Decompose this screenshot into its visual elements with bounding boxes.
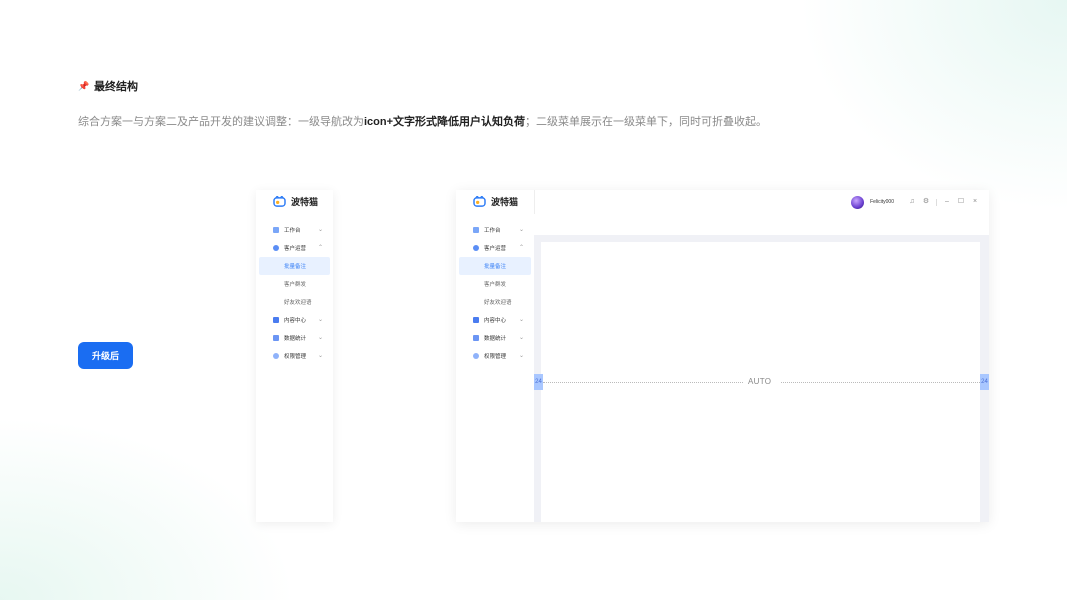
auto-dimension-line-left [543, 382, 743, 383]
nav-item-workbench[interactable]: 工作台 ⌄ [456, 221, 534, 239]
chevron-down-icon: ⌄ [518, 227, 524, 233]
nav-item-permission[interactable]: 权限管理 ⌄ [256, 347, 333, 365]
nav-item-permission[interactable]: 权限管理 ⌄ [456, 347, 534, 365]
chevron-down-icon: ⌄ [518, 335, 524, 341]
bell-icon[interactable]: ♫ [908, 198, 916, 206]
pin-icon: 📌 [78, 80, 90, 91]
data-icon [273, 335, 279, 341]
chevron-down-icon: ⌄ [317, 317, 323, 323]
nav-item-content-center[interactable]: 内容中心 ⌄ [256, 311, 333, 329]
sidebar-nav: 工作台 ⌄ 客户运营 ⌃ 批量备注 客户群发 好友欢迎语 内容中心 ⌄ 数据统计… [456, 221, 534, 365]
content-icon [473, 317, 479, 323]
cat-logo-icon [273, 196, 286, 207]
content-header-strip [534, 214, 989, 235]
app-window: 波特猫 工作台 ⌄ 客户运营 ⌃ 批量备注 客户群发 好友欢迎语 内容中心 ⌄ [456, 190, 989, 522]
maximize-icon[interactable]: ☐ [957, 198, 965, 206]
brand-name: 波特猫 [291, 197, 319, 207]
sub-item-mass-send[interactable]: 客户群发 [456, 275, 534, 293]
section-heading: 📌 最终结构 [78, 78, 138, 94]
nav-item-content-center[interactable]: 内容中心 ⌄ [456, 311, 534, 329]
sub-item-batch-remark[interactable]: 批量备注 [459, 257, 531, 275]
chevron-down-icon: ⌄ [518, 353, 524, 359]
sub-item-mass-send[interactable]: 客户群发 [256, 275, 333, 293]
nav-item-data-stats[interactable]: 数据统计 ⌄ [256, 329, 333, 347]
sub-item-welcome-msg[interactable]: 好友欢迎语 [456, 293, 534, 311]
customer-icon [273, 245, 279, 251]
avatar[interactable] [851, 195, 865, 209]
chevron-up-icon: ⌃ [518, 245, 524, 251]
close-icon[interactable]: × [971, 198, 979, 206]
auto-dimension-line-right [781, 382, 980, 383]
topbar-divider [936, 198, 937, 206]
content-area: 24 24 AUTO [534, 214, 989, 522]
sub-item-welcome-msg[interactable]: 好友欢迎语 [256, 293, 333, 311]
nav-item-data-stats[interactable]: 数据统计 ⌄ [456, 329, 534, 347]
permission-icon [273, 353, 279, 359]
chevron-up-icon: ⌃ [317, 245, 323, 251]
gear-icon[interactable]: ⚙ [922, 198, 930, 206]
minimize-icon[interactable]: – [943, 198, 951, 206]
desk-icon [473, 227, 479, 233]
permission-icon [473, 353, 479, 359]
customer-icon [473, 245, 479, 251]
window-sidebar: 波特猫 工作台 ⌄ 客户运营 ⌃ 批量备注 客户群发 好友欢迎语 内容中心 ⌄ [456, 190, 534, 522]
auto-width-label: AUTO [748, 377, 772, 386]
window-topbar: Felicity000 ♫ ⚙ – ☐ × [456, 190, 989, 214]
section-description: 综合方案一与方案二及产品开发的建议调整：一级导航改为icon+文字形式降低用户认… [78, 116, 768, 128]
data-icon [473, 335, 479, 341]
username[interactable]: Felicity000 [870, 199, 894, 205]
sub-item-batch-remark[interactable]: 批量备注 [259, 257, 330, 275]
chevron-down-icon: ⌄ [518, 317, 524, 323]
sidebar-nav: 工作台 ⌄ 客户运营 ⌃ 批量备注 客户群发 好友欢迎语 内容中心 ⌄ 数据统计… [256, 221, 333, 365]
upgrade-after-button[interactable]: 升级后 [78, 342, 133, 369]
chevron-down-icon: ⌄ [317, 335, 323, 341]
section-title: 最终结构 [94, 81, 138, 93]
topbar-actions: Felicity000 ♫ ⚙ – ☐ × [851, 194, 979, 210]
desk-icon [273, 227, 279, 233]
nav-item-customer-ops[interactable]: 客户运营 ⌃ [256, 239, 333, 257]
standalone-sidebar: 波特猫 工作台 ⌄ 客户运营 ⌃ 批量备注 客户群发 好友欢迎语 内容中心 ⌄ … [256, 190, 333, 522]
left-margin-marker: 24 [534, 374, 543, 390]
chevron-down-icon: ⌄ [317, 227, 323, 233]
nav-item-workbench[interactable]: 工作台 ⌄ [256, 221, 333, 239]
chevron-down-icon: ⌄ [317, 353, 323, 359]
right-margin-marker: 24 [980, 374, 989, 390]
content-icon [273, 317, 279, 323]
nav-item-customer-ops[interactable]: 客户运营 ⌃ [456, 239, 534, 257]
brand: 波特猫 [273, 195, 318, 208]
